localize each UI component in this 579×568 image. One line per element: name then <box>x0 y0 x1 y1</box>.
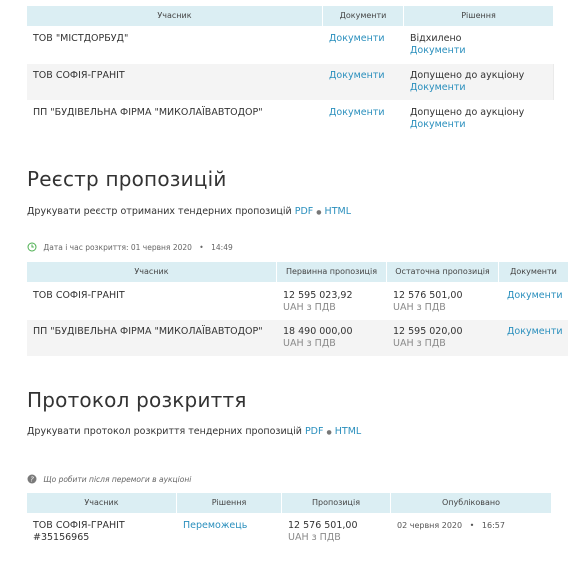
opened-dot: • <box>199 243 204 252</box>
documents-link[interactable]: Документи <box>329 107 385 120</box>
decision-documents-link[interactable]: Документи <box>410 119 466 132</box>
col-initial-offer: Первинна пропозиція <box>285 267 378 276</box>
winner-code: #35156965 <box>33 532 90 543</box>
initial-offer-unit: UAH з ПДВ <box>283 338 336 349</box>
protocol-title: Протокол розкриття <box>27 388 247 412</box>
winner-name: ТОВ СОФІЯ-ГРАНІТ <box>33 520 125 531</box>
published-time: 16:57 <box>481 521 505 530</box>
participant-name: ПП "БУДІВЕЛЬНА ФІРМА "МИКОЛАЇВАВТОДОР" <box>33 326 263 337</box>
separator-dot: ● <box>326 429 332 436</box>
protocol-html-link[interactable]: HTML <box>335 426 361 437</box>
decision-status: Допущено до аукціону <box>410 107 525 118</box>
col-published: Опубліковано <box>442 498 500 507</box>
col-decision: Рішення <box>461 11 496 20</box>
after-win-help-text[interactable]: Що робити після перемоги в аукціоні <box>43 475 191 484</box>
col-decision: Рішення <box>211 498 247 507</box>
after-win-help[interactable]: ? Що робити після перемоги в аукціоні <box>27 474 191 484</box>
final-offer: 12 595 020,00 <box>393 326 463 337</box>
col-participant: Учасник <box>84 498 119 507</box>
final-offer-unit: UAH з ПДВ <box>393 338 446 349</box>
protocol-pdf-link[interactable]: PDF <box>305 426 324 437</box>
registry-title: Реєстр пропозицій <box>27 167 227 191</box>
opened-time: 14:49 <box>211 243 233 252</box>
published-date: 02 червня 2020 <box>397 521 463 530</box>
participant-name: ТОВ "МІСТДОРБУД" <box>33 33 129 44</box>
opened-datetime: Дата і час розкриття: 01 червня 2020 • 1… <box>27 242 233 252</box>
decision-documents-link[interactable]: Документи <box>410 82 466 95</box>
protocol-print-line: Друкувати протокол розкриття тендерних п… <box>27 426 361 437</box>
published-datetime: 02 червня 2020 • 16:57 <box>397 520 505 532</box>
protocol-print-text: Друкувати протокол розкриття тендерних п… <box>27 426 302 437</box>
final-offer: 12 576 501,00 <box>393 290 463 301</box>
col-participant: Учасник <box>134 267 169 276</box>
registry-html-link[interactable]: HTML <box>325 206 351 217</box>
winner-decision-link[interactable]: Переможець <box>183 520 247 533</box>
clock-icon <box>27 242 37 252</box>
decision-status: Відхилено <box>410 33 462 44</box>
participant-name: ТОВ СОФІЯ-ГРАНІТ <box>33 290 125 301</box>
svg-text:?: ? <box>30 476 34 484</box>
registry-pdf-link[interactable]: PDF <box>295 206 314 217</box>
question-circle-icon: ? <box>27 474 37 484</box>
col-participant: Учасник <box>157 11 192 20</box>
final-offer-unit: UAH з ПДВ <box>393 302 446 313</box>
participant-name: ТОВ СОФІЯ-ГРАНІТ <box>33 70 125 81</box>
col-final-offer: Остаточна пропозиція <box>395 267 490 276</box>
separator-dot: ● <box>316 209 322 216</box>
documents-link[interactable]: Документи <box>329 33 385 46</box>
decision-documents-link[interactable]: Документи <box>410 45 466 58</box>
initial-offer: 18 490 000,00 <box>283 326 353 337</box>
winner-offer: 12 576 501,00 <box>288 520 358 531</box>
winner-offer-unit: UAH з ПДВ <box>288 532 341 543</box>
registry-print-line: Друкувати реєстр отриманих тендерних про… <box>27 206 351 217</box>
initial-offer: 12 595 023,92 <box>283 290 353 301</box>
col-documents: Документи <box>510 267 557 276</box>
participant-name: ПП "БУДІВЕЛЬНА ФІРМА "МИКОЛАЇВАВТОДОР" <box>33 107 263 118</box>
col-documents: Документи <box>339 11 387 20</box>
documents-link[interactable]: Документи <box>329 70 385 83</box>
registry-print-text: Друкувати реєстр отриманих тендерних про… <box>27 206 292 217</box>
col-offer: Пропозиція <box>311 498 361 507</box>
opened-label: Дата і час розкриття: 01 червня 2020 <box>43 243 192 252</box>
published-dot: • <box>469 521 475 530</box>
decision-status: Допущено до аукціону <box>410 70 525 81</box>
documents-link[interactable]: Документи <box>507 326 563 339</box>
documents-link[interactable]: Документи <box>507 290 563 303</box>
initial-offer-unit: UAH з ПДВ <box>283 302 336 313</box>
